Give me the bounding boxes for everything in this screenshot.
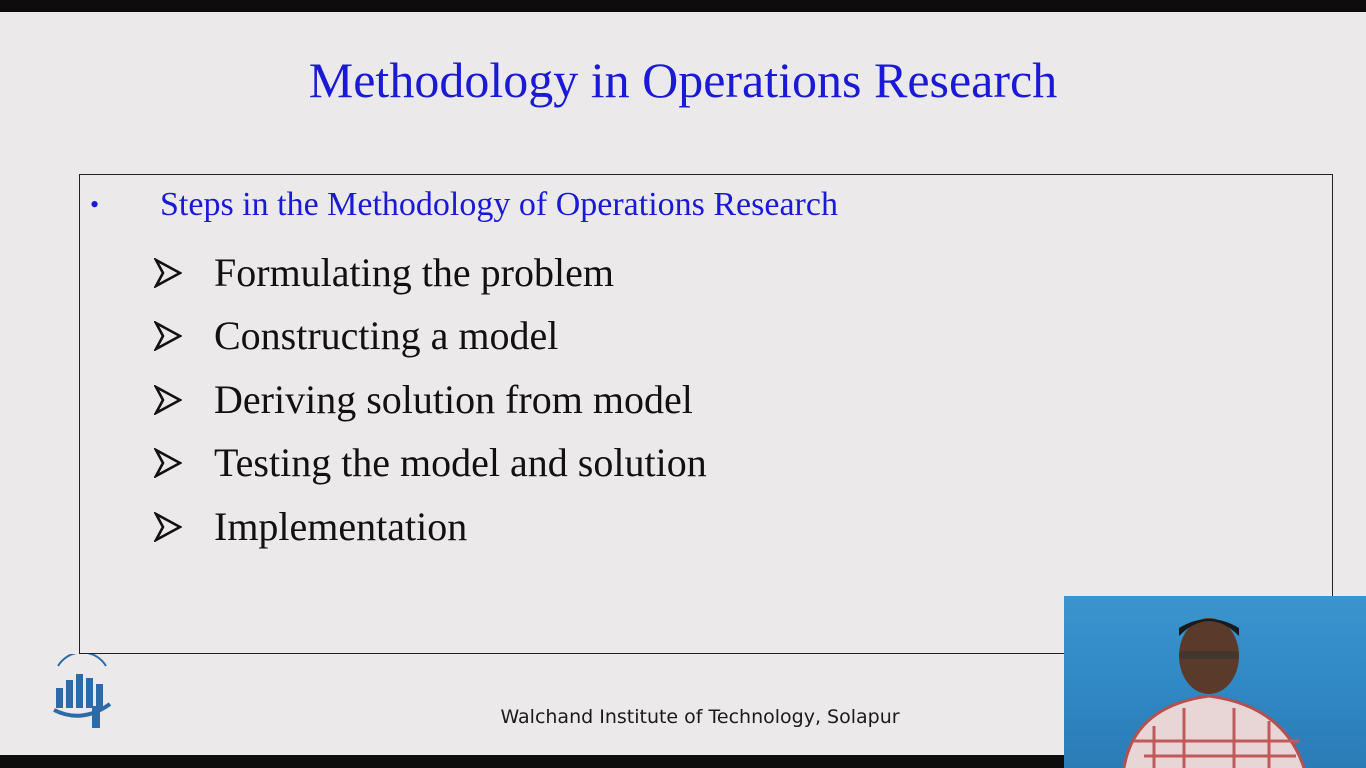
list-item: Formulating the problem [154,241,707,305]
steps-list: Formulating the problem Constructing a m… [154,241,707,559]
footer-institution: Walchand Institute of Technology, Solapu… [500,706,900,728]
section-heading-row: • Steps in the Methodology of Operations… [90,185,838,226]
content-box: • Steps in the Methodology of Operations… [79,174,1333,654]
arrow-bullet-icon [154,321,214,352]
step-text: Implementation [214,503,468,549]
section-heading: Steps in the Methodology of Operations R… [160,186,838,223]
step-text: Formulating the problem [214,249,614,295]
slide-title: Methodology in Operations Research [308,52,1058,108]
list-item: Constructing a model [154,305,707,369]
step-text: Testing the model and solution [214,440,707,486]
presenter-figure [1122,618,1306,768]
arrow-bullet-icon [154,511,214,542]
arrow-bullet-icon [154,257,214,288]
list-item: Testing the model and solution [154,432,707,496]
presenter-video-overlay [1064,596,1366,768]
arrow-bullet-icon [154,448,214,479]
list-item: Deriving solution from model [154,368,707,432]
step-text: Deriving solution from model [214,376,693,422]
bullet-icon: • [90,190,100,220]
step-text: Constructing a model [214,313,559,359]
institute-logo-icon [50,651,114,734]
arrow-bullet-icon [154,384,214,415]
video-frame: Methodology in Operations Research • Ste… [0,0,1366,768]
list-item: Implementation [154,495,707,559]
